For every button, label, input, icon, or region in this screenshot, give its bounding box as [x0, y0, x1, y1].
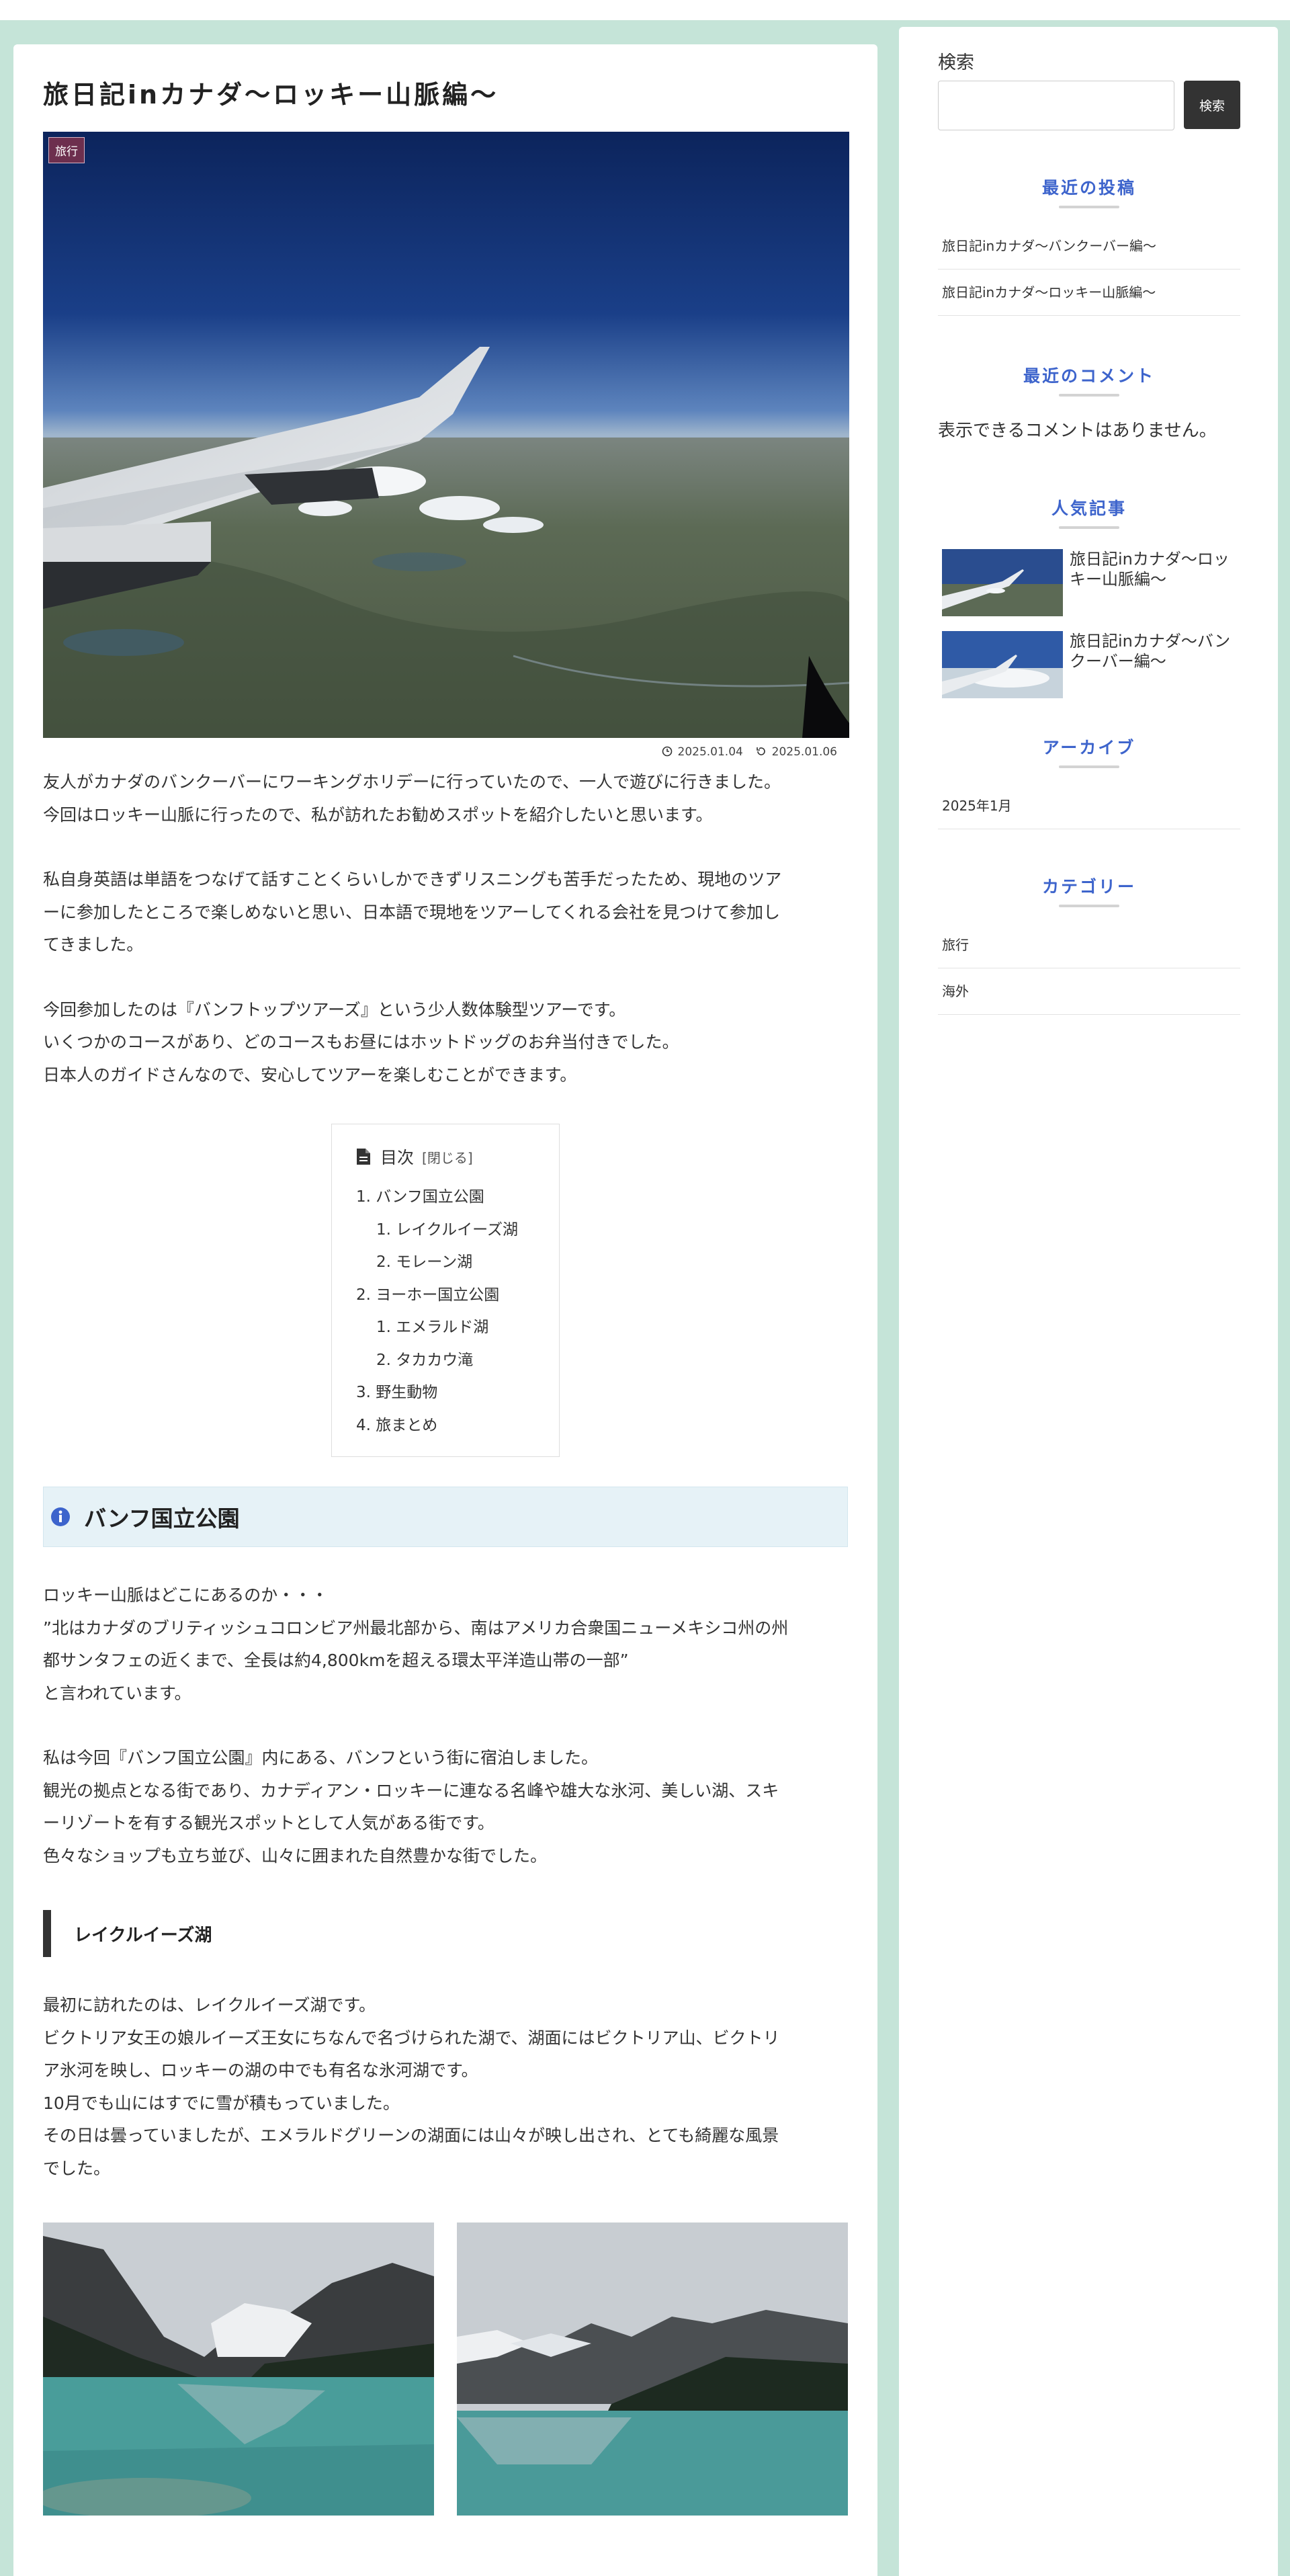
clock-icon — [662, 746, 673, 757]
section-heading-banff: バンフ国立公園 — [43, 1487, 848, 1547]
published-date: 2025.01.04 — [662, 745, 746, 759]
no-comments-text: 表示できるコメントはありません。 — [938, 421, 1217, 441]
category-badge[interactable]: 旅行 — [48, 137, 85, 163]
page-title: 旅日記inカナダ〜ロッキー山脈編〜 — [43, 80, 499, 110]
category-link[interactable]: 海外 — [938, 968, 1240, 1015]
lake-louise-photo-2 — [457, 2222, 848, 2516]
toc-item[interactable]: 1. エメラルド湖 — [356, 1311, 543, 1344]
updated-date: 2025.01.06 — [756, 745, 837, 759]
recent-posts-list: 旅日記inカナダ〜バンクーバー編〜 旅日記inカナダ〜ロッキー山脈編〜 — [938, 223, 1240, 316]
category-link[interactable]: 旅行 — [938, 922, 1240, 968]
popular-item[interactable]: 旅日記inカナダ〜バンクーバー編〜 — [938, 631, 1240, 698]
archive-title: アーカイブ — [938, 735, 1240, 768]
document-icon — [357, 1149, 370, 1165]
section1-text: ロッキー山脈はどこにあるのか・・・ ”北はカナダのブリティッシュコロンビア州最北… — [43, 1585, 789, 1866]
article-card: 旅日記inカナダ〜ロッキー山脈編〜 旅行 2025.01.04 2025.01.… — [13, 44, 877, 2576]
airplane-wing-photo — [43, 132, 849, 738]
popular-thumbnail[interactable] — [942, 549, 1063, 616]
sidebar: 検索 検索 最近の投稿 旅日記inカナダ〜バンクーバー編〜 旅日記inカナダ〜ロ… — [899, 27, 1278, 2576]
table-of-contents: 目次 [閉じる] 1. バンフ国立公園 1. レイクルイーズ湖 2. モレーン湖… — [331, 1124, 560, 1457]
search-input[interactable] — [938, 81, 1174, 130]
toc-item[interactable]: 2. タカカウ滝 — [356, 1344, 543, 1377]
search-form: 検索 — [938, 81, 1240, 130]
recent-comments-title: 最近のコメント — [938, 363, 1240, 397]
post-dates: 2025.01.04 2025.01.06 — [43, 738, 848, 766]
lake-photos — [43, 2222, 848, 2516]
subsection1-text: 最初に訪れたのは、レイクルイーズ湖です。 ビクトリア女王の娘ルイーズ王女にちなん… — [43, 1995, 780, 2178]
toc-item[interactable]: 2. モレーン湖 — [356, 1246, 543, 1279]
subsection-heading-lake-louise: レイクルイーズ湖 — [43, 1910, 848, 1957]
category-title: カテゴリー — [938, 874, 1240, 907]
toc-list: 1. バンフ国立公園 1. レイクルイーズ湖 2. モレーン湖 2. ヨーホー国… — [356, 1181, 543, 1442]
update-icon — [757, 747, 766, 755]
search-label: 検索 — [938, 52, 974, 73]
toc-title: 目次 — [380, 1148, 415, 1167]
toc-item[interactable]: 2. ヨーホー国立公園 — [356, 1279, 543, 1312]
popular-item[interactable]: 旅日記inカナダ〜ロッキー山脈編〜 — [938, 549, 1240, 616]
toc-item[interactable]: 3. 野生動物 — [356, 1376, 543, 1409]
intro-text: 友人がカナダのバンクーバーにワーキングホリデーに行っていたので、一人で遊びに行き… — [43, 772, 782, 1085]
top-strip — [0, 0, 1290, 20]
toc-toggle-button[interactable]: [閉じる] — [422, 1147, 473, 1167]
toc-item[interactable]: 1. レイクルイーズ湖 — [356, 1214, 543, 1247]
recent-post-link[interactable]: 旅日記inカナダ〜ロッキー山脈編〜 — [938, 269, 1240, 316]
popular-title: 人気記事 — [938, 495, 1240, 529]
archive-link[interactable]: 2025年1月 — [938, 783, 1240, 829]
recent-post-link[interactable]: 旅日記inカナダ〜バンクーバー編〜 — [938, 223, 1240, 269]
info-icon — [51, 1507, 70, 1526]
archive-list: 2025年1月 — [938, 783, 1240, 829]
toc-item[interactable]: 1. バンフ国立公園 — [356, 1181, 543, 1214]
lake-louise-photo-1 — [43, 2222, 434, 2516]
search-button[interactable]: 検索 — [1184, 81, 1240, 129]
eyecatch-image: 旅行 — [43, 132, 849, 738]
recent-posts-title: 最近の投稿 — [938, 175, 1240, 208]
toc-item[interactable]: 4. 旅まとめ — [356, 1409, 543, 1442]
popular-list: 旅日記inカナダ〜ロッキー山脈編〜 旅日記inカナダ〜バンクーバー編〜 — [938, 549, 1240, 698]
popular-thumbnail[interactable] — [942, 631, 1063, 698]
category-list: 旅行 海外 — [938, 922, 1240, 1015]
